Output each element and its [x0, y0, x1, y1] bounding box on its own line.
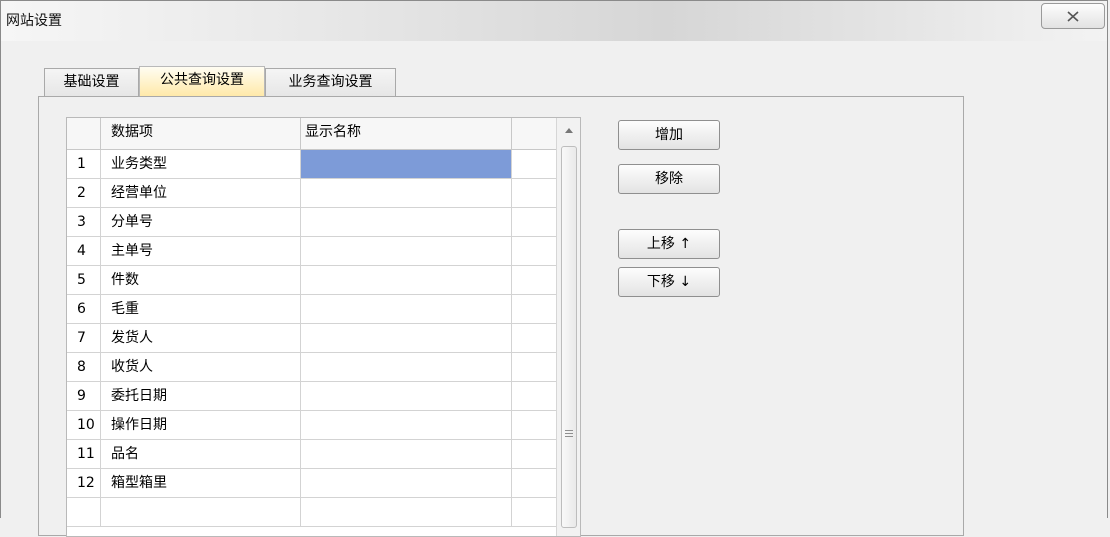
row-number-cell: 12 [67, 469, 101, 498]
data-grid[interactable]: 数据项 显示名称 1 业务类型 2 经营单位 3 分单号 4 主单号 5 件数 6 毛重 7 发货人 8 收货… [66, 117, 581, 537]
table-row[interactable]: 5 件数 [67, 266, 557, 295]
blank-cell [512, 150, 557, 179]
data-item-cell[interactable]: 分单号 [101, 208, 301, 237]
table-row[interactable]: 2 经营单位 [67, 179, 557, 208]
row-number-cell: 3 [67, 208, 101, 237]
blank-cell [512, 237, 557, 266]
display-name-cell[interactable] [301, 237, 512, 266]
display-name-cell[interactable] [301, 382, 512, 411]
display-name-cell[interactable] [301, 295, 512, 324]
data-item-cell[interactable]: 箱型箱里 [101, 469, 301, 498]
display-name-cell[interactable] [301, 150, 512, 179]
close-icon [1067, 10, 1079, 22]
table-row[interactable]: 4 主单号 [67, 237, 557, 266]
scroll-grip-icon [565, 430, 573, 439]
data-item-cell[interactable]: 毛重 [101, 295, 301, 324]
table-row[interactable]: 1 业务类型 [67, 150, 557, 179]
table-row[interactable] [67, 498, 557, 527]
scrollbar-thumb[interactable] [561, 146, 577, 528]
move-up-button[interactable]: 上移 ↑ [618, 229, 720, 259]
tab-basic-settings[interactable]: 基础设置 [44, 68, 139, 96]
row-number-cell: 8 [67, 353, 101, 382]
blank-cell [512, 498, 557, 527]
data-item-cell[interactable]: 业务类型 [101, 150, 301, 179]
data-item-cell[interactable]: 主单号 [101, 237, 301, 266]
row-number-cell [67, 498, 101, 527]
close-button[interactable] [1041, 3, 1105, 29]
tab-label: 业务查询设置 [288, 74, 373, 90]
title-bar[interactable]: 网站设置 [1, 1, 1107, 41]
display-name-cell[interactable] [301, 208, 512, 237]
table-row[interactable]: 11 品名 [67, 440, 557, 469]
blank-cell [512, 324, 557, 353]
tab-label: 公共查询设置 [160, 72, 244, 88]
display-name-cell[interactable] [301, 353, 512, 382]
add-button[interactable]: 增加 [618, 120, 720, 150]
blank-cell [512, 353, 557, 382]
display-name-cell[interactable] [301, 469, 512, 498]
display-name-cell[interactable] [301, 324, 512, 353]
blank-cell [512, 411, 557, 440]
column-header-data-item[interactable]: 数据项 [101, 118, 301, 150]
blank-cell [512, 208, 557, 237]
row-number-cell: 9 [67, 382, 101, 411]
row-number-cell: 4 [67, 237, 101, 266]
blank-cell [512, 179, 557, 208]
data-item-cell[interactable]: 件数 [101, 266, 301, 295]
data-item-cell[interactable]: 发货人 [101, 324, 301, 353]
table-row[interactable]: 6 毛重 [67, 295, 557, 324]
window-title: 网站设置 [6, 13, 62, 29]
blank-cell [512, 295, 557, 324]
vertical-scrollbar[interactable] [556, 118, 580, 536]
table-row[interactable]: 3 分单号 [67, 208, 557, 237]
blank-cell [512, 382, 557, 411]
tab-label: 基础设置 [63, 74, 120, 90]
display-name-cell[interactable] [301, 498, 512, 527]
scroll-up-button[interactable] [557, 118, 580, 142]
data-item-cell[interactable]: 委托日期 [101, 382, 301, 411]
data-item-cell[interactable]: 收货人 [101, 353, 301, 382]
blank-cell [512, 266, 557, 295]
column-header-display-name[interactable]: 显示名称 [301, 118, 512, 150]
blank-cell [512, 440, 557, 469]
row-number-cell: 2 [67, 179, 101, 208]
display-name-cell[interactable] [301, 440, 512, 469]
tab-business-query-settings[interactable]: 业务查询设置 [265, 68, 396, 96]
tab-public-query-settings[interactable]: 公共查询设置 [139, 66, 265, 96]
data-item-cell[interactable] [101, 498, 301, 527]
data-item-cell[interactable]: 操作日期 [101, 411, 301, 440]
table-row[interactable]: 10 操作日期 [67, 411, 557, 440]
row-number-header [67, 118, 101, 150]
row-number-cell: 10 [67, 411, 101, 440]
row-number-cell: 11 [67, 440, 101, 469]
column-header-blank [512, 118, 557, 150]
remove-button[interactable]: 移除 [618, 164, 720, 194]
table-row[interactable]: 9 委托日期 [67, 382, 557, 411]
scroll-up-arrow-icon [565, 127, 573, 133]
data-item-cell[interactable]: 经营单位 [101, 179, 301, 208]
move-down-button[interactable]: 下移 ↓ [618, 267, 720, 297]
table-row[interactable]: 7 发货人 [67, 324, 557, 353]
row-number-cell: 5 [67, 266, 101, 295]
row-number-cell: 6 [67, 295, 101, 324]
display-name-cell[interactable] [301, 411, 512, 440]
row-number-cell: 1 [67, 150, 101, 179]
blank-cell [512, 469, 557, 498]
settings-window: 网站设置 基础设置 公共查询设置 业务查询设置 数据项 显示名称 1 业务类型 2 经… [0, 0, 1108, 537]
table-row[interactable]: 12 箱型箱里 [67, 469, 557, 498]
display-name-cell[interactable] [301, 179, 512, 208]
data-item-cell[interactable]: 品名 [101, 440, 301, 469]
table-row[interactable]: 8 收货人 [67, 353, 557, 382]
display-name-cell[interactable] [301, 266, 512, 295]
row-number-cell: 7 [67, 324, 101, 353]
